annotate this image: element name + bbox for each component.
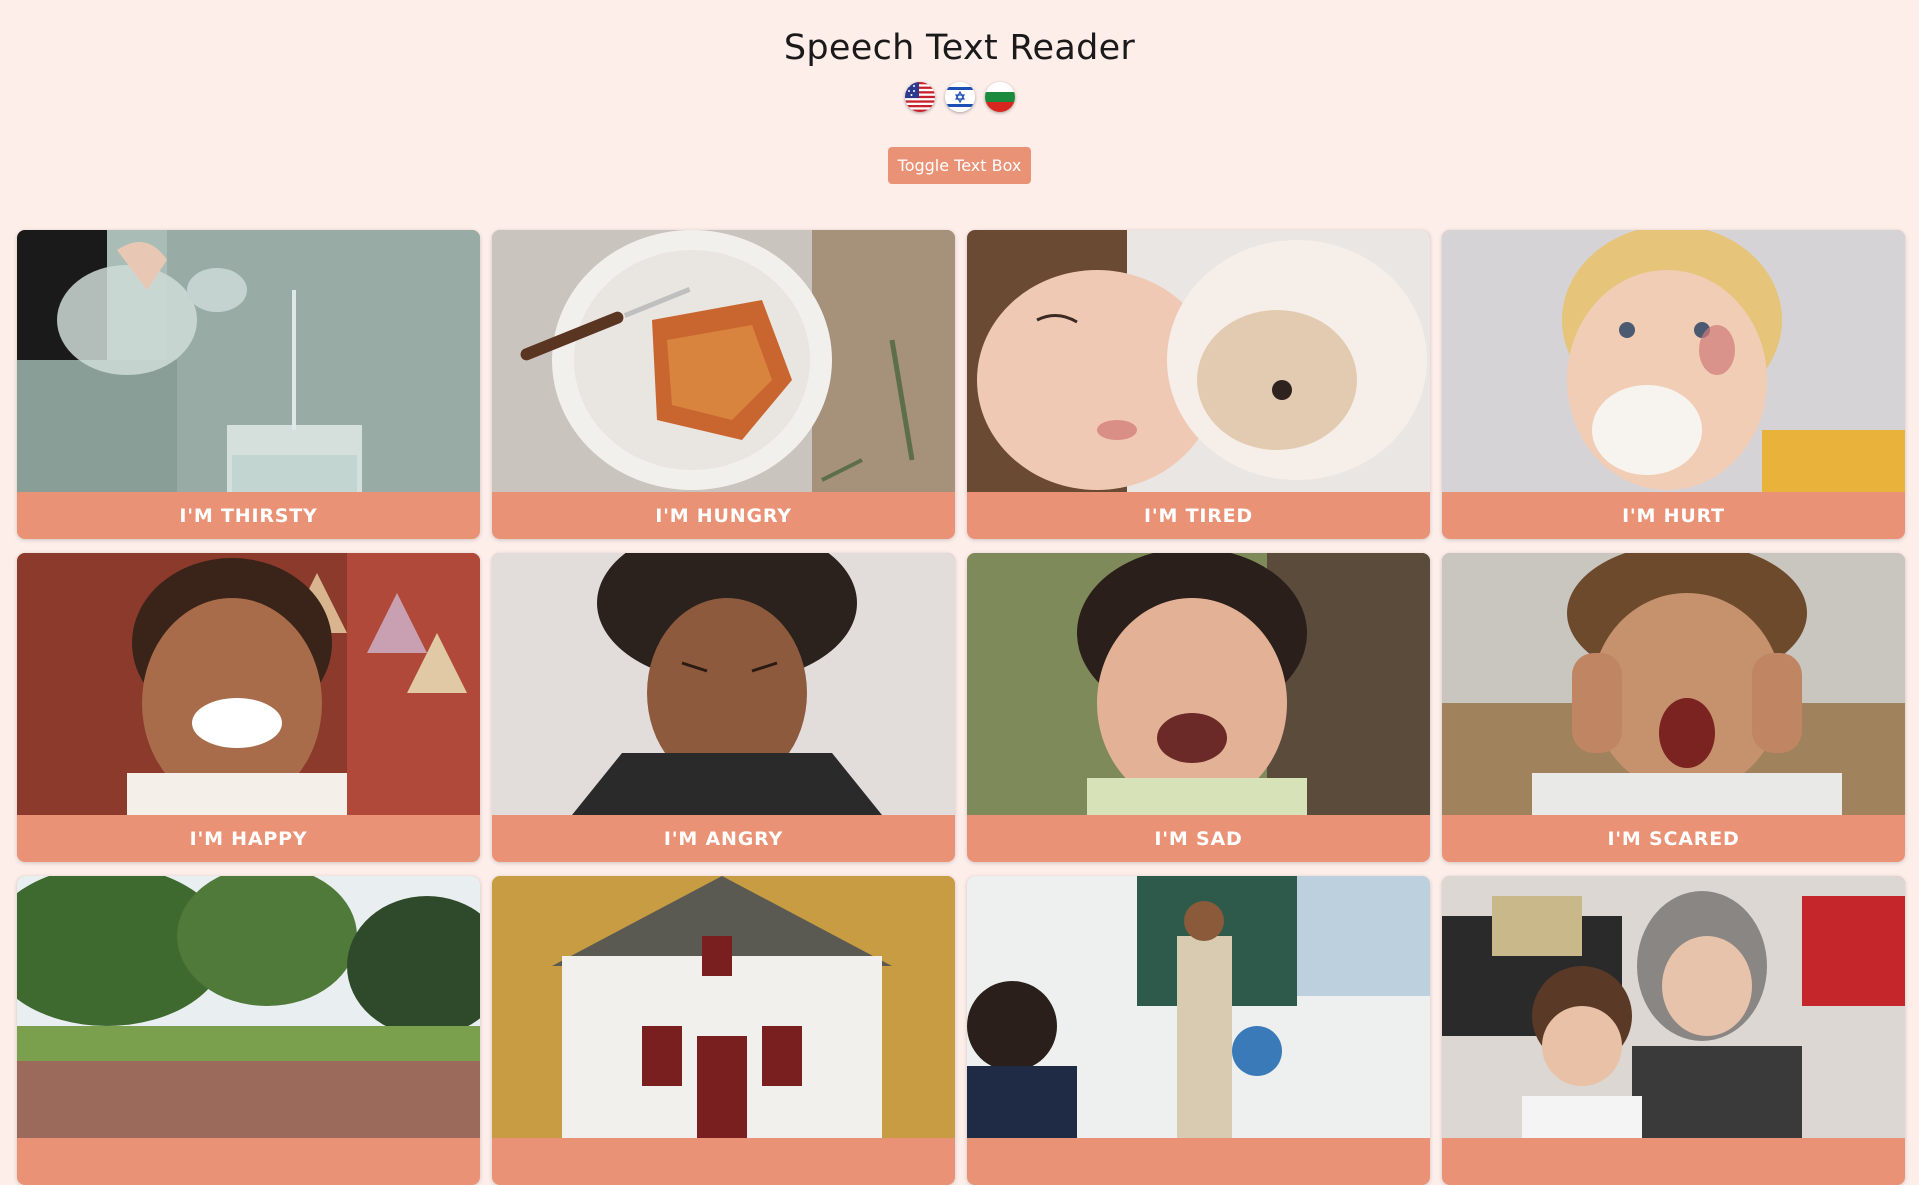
card-label <box>492 1138 955 1185</box>
card-thirsty[interactable]: I'M THIRSTY <box>17 230 480 539</box>
toggle-text-box-button[interactable]: Toggle Text Box <box>887 147 1032 184</box>
card-label: I'M SAD <box>1154 827 1243 850</box>
card-house[interactable] <box>492 876 955 1185</box>
israel-flag-icon[interactable] <box>944 82 975 112</box>
card-label: I'M THIRSTY <box>179 504 318 527</box>
header: Speech Text Reader Toggle Text Box <box>0 0 1919 184</box>
sleeping-child-photo <box>967 230 1430 492</box>
card-sad[interactable]: I'M SAD <box>967 553 1430 862</box>
card-label: I'M HAPPY <box>189 827 308 850</box>
angry-child-photo <box>492 553 955 815</box>
card-tired[interactable]: I'M TIRED <box>967 230 1430 539</box>
language-selector <box>0 82 1919 112</box>
card-classroom[interactable] <box>967 876 1430 1185</box>
card-label: I'M TIRED <box>1143 504 1254 527</box>
card-label <box>1442 1138 1905 1185</box>
lasagna-plate-photo <box>492 230 955 492</box>
water-pouring-photo <box>17 230 480 492</box>
page-title: Speech Text Reader <box>783 28 1136 68</box>
card-label: I'M ANGRY <box>663 827 784 850</box>
bulgaria-flag-icon[interactable] <box>984 82 1015 112</box>
card-happy[interactable]: I'M HAPPY <box>17 553 480 862</box>
card-label: I'M HURT <box>1622 504 1725 527</box>
card-label: I'M HUNGRY <box>655 504 792 527</box>
smiling-girl-photo <box>17 553 480 815</box>
park-photo <box>17 876 480 1138</box>
card-park[interactable] <box>17 876 480 1185</box>
card-hurt[interactable]: I'M HURT <box>1442 230 1905 539</box>
card-angry[interactable]: I'M ANGRY <box>492 553 955 862</box>
us-flag-icon[interactable] <box>904 82 935 112</box>
card-hungry[interactable]: I'M HUNGRY <box>492 230 955 539</box>
card-grid: I'M THIRSTY I'M HUNGRY I'M TIRED I'M HUR… <box>17 230 1905 1185</box>
hurt-boy-photo <box>1442 230 1905 492</box>
card-label <box>967 1138 1430 1185</box>
classroom-photo <box>967 876 1430 1138</box>
card-label <box>17 1138 480 1185</box>
card-scared[interactable]: I'M SCARED <box>1442 553 1905 862</box>
card-grandmother-boy[interactable] <box>1442 876 1905 1185</box>
grandmother-boy-photo <box>1442 876 1905 1138</box>
crying-child-photo <box>967 553 1430 815</box>
scared-boy-photo <box>1442 553 1905 815</box>
card-label: I'M SCARED <box>1607 827 1740 850</box>
house-photo <box>492 876 955 1138</box>
